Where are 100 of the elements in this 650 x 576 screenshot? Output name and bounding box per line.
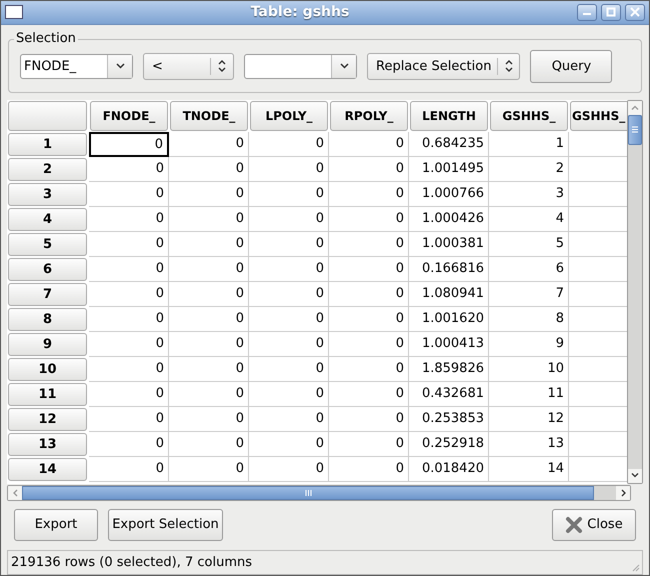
query-button[interactable]: Query — [530, 50, 612, 83]
close-button[interactable]: Close — [552, 508, 636, 542]
table-cell: 0 — [249, 182, 329, 207]
table-cell: 0 — [89, 232, 169, 257]
table-cell: 1.000413 — [409, 332, 489, 357]
table-cell: 0 — [329, 406, 409, 432]
table-cell: 0 — [329, 382, 409, 407]
close-button[interactable] — [625, 4, 645, 21]
table-cell: 0 — [169, 432, 249, 457]
table-cell — [569, 382, 628, 407]
table-cell: 0 — [169, 282, 249, 307]
table-cell: 0 — [89, 156, 169, 182]
table-cell — [569, 182, 628, 207]
table-cell: 0 — [249, 256, 329, 282]
row-header[interactable]: 4 — [8, 208, 87, 231]
table-cell — [569, 432, 628, 457]
table-cell: 0 — [329, 332, 409, 357]
table-cell: 7 — [489, 282, 569, 307]
table-cell: 0 — [169, 256, 249, 282]
minimize-button[interactable] — [577, 4, 597, 21]
table-cell: 5 — [489, 232, 569, 257]
row-header[interactable]: 2 — [8, 158, 87, 181]
table-cell: 11 — [489, 382, 569, 407]
row-header[interactable]: 8 — [8, 308, 87, 331]
row-header[interactable]: 3 — [8, 182, 87, 206]
close-icon — [630, 7, 640, 18]
chevron-down-icon[interactable] — [630, 472, 640, 480]
horizontal-scrollbar[interactable] — [7, 484, 631, 501]
up-down-icon — [217, 59, 227, 74]
chevron-right-icon[interactable] — [620, 488, 626, 498]
table-cell: 0 — [169, 382, 249, 407]
column-header[interactable]: LPOLY_ — [250, 100, 328, 131]
table-cell: 0 — [169, 132, 249, 157]
field-combo[interactable]: FNODE_ — [20, 54, 133, 79]
chevron-down-icon — [338, 62, 350, 70]
up-down-icon — [504, 59, 514, 74]
table-cell: 0 — [249, 432, 329, 457]
table-cell: 0 — [249, 356, 329, 382]
table-cell: 1.001620 — [409, 306, 489, 332]
vertical-scrollbar[interactable] — [627, 100, 643, 484]
table-cell: 0 — [89, 332, 169, 357]
table-cell: 1.000766 — [409, 182, 489, 207]
window-title: Table: gshhs — [250, 4, 350, 20]
table-cell: 0 — [169, 406, 249, 432]
chevron-left-icon[interactable] — [12, 488, 18, 498]
table-cell: 1.000381 — [409, 232, 489, 257]
column-header[interactable]: GSHHS_ — [570, 100, 628, 131]
table-cell: 0 — [329, 282, 409, 307]
table-cell: 0 — [169, 156, 249, 182]
table-cell: 9 — [489, 332, 569, 357]
export-selection-button[interactable]: Export Selection — [108, 508, 223, 542]
table-cell: 0.166816 — [409, 256, 489, 282]
table-cell: 2 — [489, 156, 569, 182]
table-cell — [569, 406, 628, 432]
table-cell: 1.001495 — [409, 156, 489, 182]
table-cell: 0 — [329, 232, 409, 257]
table-cell: 12 — [489, 406, 569, 432]
table-cell: 0 — [249, 132, 329, 157]
row-header[interactable]: 1 — [8, 132, 87, 156]
table-cell: 0 — [169, 356, 249, 382]
row-header[interactable]: 14 — [8, 458, 87, 481]
table-cell: 1.859826 — [409, 356, 489, 382]
table-cell: 0 — [249, 306, 329, 332]
chevron-up-icon[interactable] — [630, 104, 640, 112]
table-cell: 0.684235 — [409, 132, 489, 157]
maximize-button[interactable] — [601, 4, 621, 21]
grip-icon — [632, 126, 638, 134]
mode-selector[interactable]: Replace Selection — [367, 52, 520, 80]
table-cell: 0 — [89, 432, 169, 457]
table-cell: 0 — [169, 206, 249, 232]
table-cell: 0 — [249, 406, 329, 432]
table-cell — [569, 356, 628, 382]
table-cell: 0 — [169, 332, 249, 357]
row-header[interactable]: 6 — [8, 258, 87, 281]
row-header[interactable]: 12 — [8, 408, 87, 431]
table-cell — [569, 256, 628, 282]
table-cell — [569, 156, 628, 182]
x-icon — [565, 516, 584, 534]
row-header[interactable]: 11 — [8, 382, 87, 406]
table-cell: 0 — [169, 306, 249, 332]
table-cell: 0 — [89, 406, 169, 432]
table-cell: 0 — [89, 456, 169, 482]
table-cell: 1.000426 — [409, 206, 489, 232]
column-header[interactable]: TNODE_ — [170, 100, 248, 131]
chevron-down-icon — [114, 62, 126, 70]
export-button[interactable]: Export — [14, 508, 98, 542]
row-header[interactable]: 7 — [8, 282, 87, 306]
value-combo[interactable] — [244, 54, 357, 79]
column-header[interactable]: FNODE_ — [90, 100, 168, 131]
row-header[interactable]: 13 — [8, 432, 87, 456]
row-header[interactable]: 5 — [8, 232, 87, 256]
row-header[interactable]: 9 — [8, 332, 87, 356]
row-header[interactable]: 10 — [8, 358, 87, 381]
resize-grip-icon — [630, 562, 640, 572]
column-header[interactable]: RPOLY_ — [330, 100, 408, 131]
column-header[interactable]: GSHHS_ — [490, 100, 568, 131]
operator-selector[interactable]: < — [143, 52, 234, 80]
table-cell: 0 — [89, 206, 169, 232]
column-header[interactable]: LENGTH — [410, 100, 488, 131]
table-cell: 6 — [489, 256, 569, 282]
